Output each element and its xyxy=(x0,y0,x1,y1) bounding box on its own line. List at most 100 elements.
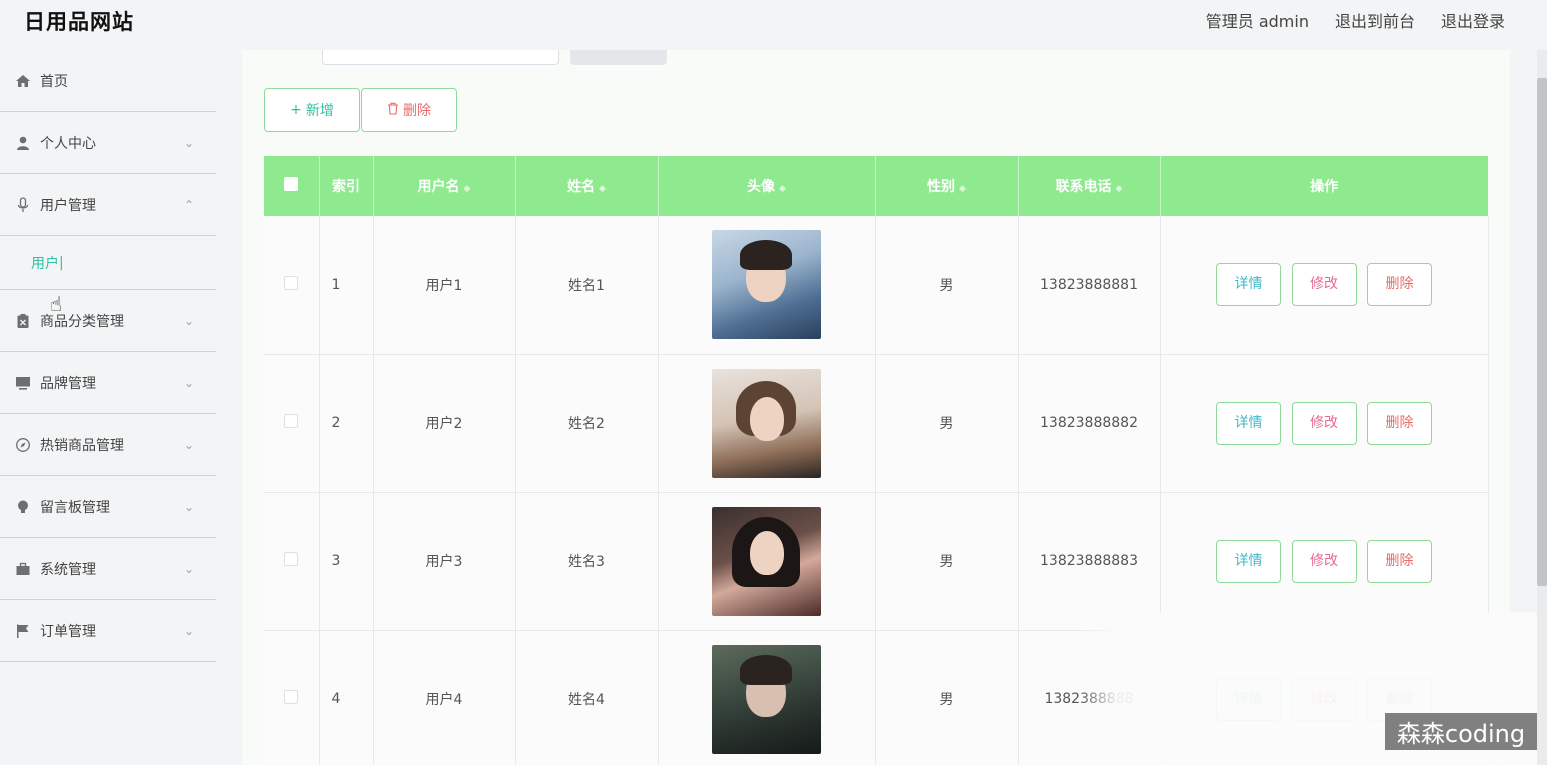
delete-button[interactable]: 删除 xyxy=(361,88,457,132)
plus-icon: + xyxy=(290,102,302,118)
sort-icon: ◆ xyxy=(463,184,471,194)
suitcase-icon xyxy=(14,560,32,578)
sidebar-item-label: 热销商品管理 xyxy=(40,437,124,454)
edit-button[interactable]: 修改 xyxy=(1291,401,1357,445)
cell-name: 姓名3 xyxy=(515,492,659,631)
sidebar-item-system-management[interactable]: 系统管理 ⌄ xyxy=(0,538,216,600)
compass-icon xyxy=(14,436,32,454)
avatar[interactable] xyxy=(712,230,821,340)
cell-name: 姓名2 xyxy=(515,354,659,493)
cell-gender: 男 xyxy=(875,630,1019,765)
back-to-front-link[interactable]: 退出到前台 xyxy=(1335,8,1415,32)
home-icon xyxy=(14,72,32,90)
sidebar-item-label: 个人中心 xyxy=(40,135,96,152)
chevron-down-icon: ⌄ xyxy=(183,437,194,452)
bulb-icon xyxy=(14,498,32,516)
header-phone[interactable]: 联系电话 ◆ xyxy=(1018,156,1161,216)
cell-gender: 男 xyxy=(875,492,1019,631)
chevron-down-icon: ⌄ xyxy=(183,313,194,328)
table-row: 1 用户1 姓名1 男 13823888881 详情 修改 删除 xyxy=(264,216,1489,355)
top-bar: 日用品网站 管理员 admin 退出到前台 退出登录 xyxy=(0,0,1547,46)
sidebar-item-personal-center[interactable]: 个人中心 ⌄ xyxy=(0,112,216,174)
avatar[interactable] xyxy=(712,506,821,616)
chevron-up-icon: ⌃ xyxy=(183,197,194,212)
add-button[interactable]: + 新增 xyxy=(264,88,360,132)
sidebar: 首页 个人中心 ⌄ 用户管理 ⌃ 用户| 商品分类管理 ⌄ 品牌管理 ⌄ 热销 xyxy=(0,50,216,765)
chevron-down-icon: ⌄ xyxy=(183,499,194,514)
sidebar-item-order-management[interactable]: 订单管理 ⌄ xyxy=(0,600,216,662)
cell-name: 姓名4 xyxy=(515,630,659,765)
avatar[interactable] xyxy=(712,644,821,754)
cell-gender: 男 xyxy=(875,216,1019,355)
detail-button[interactable]: 详情 xyxy=(1216,263,1282,307)
sidebar-item-brand-management[interactable]: 品牌管理 ⌄ xyxy=(0,352,216,414)
sort-icon: ◆ xyxy=(1115,184,1123,194)
row-checkbox[interactable] xyxy=(264,630,320,765)
cell-username: 用户3 xyxy=(373,492,516,631)
edit-button[interactable]: 修改 xyxy=(1291,539,1357,583)
admin-label: 管理员 admin xyxy=(1205,12,1309,31)
watermark: 森森coding xyxy=(1385,713,1537,750)
submenu-label: 用户 xyxy=(31,255,59,272)
header-actions: 操作 xyxy=(1160,156,1488,216)
cell-name: 姓名1 xyxy=(515,216,659,355)
cell-gender: 男 xyxy=(875,354,1019,493)
flag-icon xyxy=(14,622,32,640)
person-icon xyxy=(14,134,32,152)
select-all-checkbox[interactable] xyxy=(264,156,320,216)
chevron-down-icon: ⌄ xyxy=(183,135,194,150)
header-index: 索引 xyxy=(319,156,374,216)
cell-username: 用户4 xyxy=(373,630,516,765)
search-input[interactable] xyxy=(322,50,559,65)
sidebar-item-hot-products[interactable]: 热销商品管理 ⌄ xyxy=(0,414,216,476)
sidebar-item-label: 订单管理 xyxy=(40,623,96,640)
row-checkbox[interactable] xyxy=(264,492,320,631)
detail-button[interactable]: 详情 xyxy=(1216,539,1282,583)
cell-index: 1 xyxy=(319,216,374,355)
row-checkbox[interactable] xyxy=(264,354,320,493)
edit-button[interactable]: 修改 xyxy=(1291,263,1357,307)
cell-index: 4 xyxy=(319,630,374,765)
monitor-icon xyxy=(14,374,32,392)
submenu-item-user[interactable]: 用户 | xyxy=(0,236,216,290)
header-avatar[interactable]: 头像 ◆ xyxy=(658,156,876,216)
header-name[interactable]: 姓名 ◆ xyxy=(515,156,659,216)
header-username[interactable]: 用户名 ◆ xyxy=(373,156,516,216)
sidebar-item-category-management[interactable]: 商品分类管理 ⌄ xyxy=(0,290,216,352)
sidebar-item-message-board[interactable]: 留言板管理 ⌄ xyxy=(0,476,216,538)
cell-avatar xyxy=(658,492,876,631)
scrollbar-thumb[interactable] xyxy=(1537,78,1547,586)
sidebar-item-label: 首页 xyxy=(40,73,68,90)
chevron-down-icon: ⌄ xyxy=(183,561,194,576)
sidebar-item-label: 留言板管理 xyxy=(40,499,110,516)
sidebar-item-label: 系统管理 xyxy=(40,561,96,578)
trash-icon xyxy=(387,102,399,119)
sidebar-item-user-management[interactable]: 用户管理 ⌃ xyxy=(0,174,216,236)
sort-icon: ◆ xyxy=(959,184,966,194)
site-title: 日用品网站 xyxy=(24,10,134,34)
row-checkbox[interactable] xyxy=(264,216,320,355)
row-delete-button[interactable]: 删除 xyxy=(1366,263,1432,307)
sidebar-item-home[interactable]: 首页 xyxy=(0,50,216,112)
search-button[interactable] xyxy=(570,50,667,65)
cell-actions: 详情 修改 删除 xyxy=(1160,216,1489,355)
row-delete-button[interactable]: 删除 xyxy=(1366,401,1432,445)
table-row: 3 用户3 姓名3 男 13823888883 详情 修改 删除 xyxy=(264,492,1489,631)
logout-link[interactable]: 退出登录 xyxy=(1441,8,1505,32)
sidebar-item-label: 品牌管理 xyxy=(40,375,96,392)
header-gender[interactable]: 性别 ◆ xyxy=(875,156,1019,216)
microphone-icon xyxy=(14,196,32,214)
sort-icon: ◆ xyxy=(779,184,786,194)
chevron-down-icon: ⌄ xyxy=(183,375,194,390)
cell-avatar xyxy=(658,630,876,765)
cell-avatar xyxy=(658,216,876,355)
cell-actions: 详情 修改 删除 xyxy=(1160,492,1489,631)
cell-phone: 13823888883 xyxy=(1018,492,1161,631)
chevron-down-icon: ⌄ xyxy=(183,623,194,638)
detail-button[interactable]: 详情 xyxy=(1216,401,1282,445)
avatar[interactable] xyxy=(712,368,821,478)
hand-cursor-icon: ☝ xyxy=(50,292,63,316)
cell-phone: 13823888882 xyxy=(1018,354,1161,493)
cell-avatar xyxy=(658,354,876,493)
row-delete-button[interactable]: 删除 xyxy=(1366,539,1432,583)
